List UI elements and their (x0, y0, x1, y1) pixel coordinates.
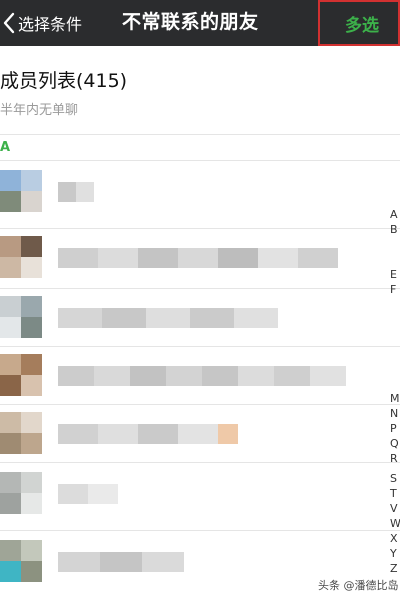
avatar (0, 170, 42, 212)
member-list-subtitle: 半年内无单聊 (0, 103, 79, 118)
member-list-title: 成员列表(415) (0, 70, 128, 92)
avatar (0, 472, 42, 514)
watermark: 头条 @潘德比岛 (318, 579, 399, 592)
index-letter[interactable]: Z (390, 562, 400, 576)
index-letter[interactable]: B (390, 223, 400, 237)
divider (0, 346, 400, 347)
top-bar: 选择条件 不常联系的朋友 多选 (0, 0, 400, 46)
index-letter[interactable]: A (390, 208, 400, 222)
index-letter[interactable]: V (390, 502, 400, 516)
divider (0, 160, 400, 161)
index-letter[interactable]: S (390, 472, 400, 486)
divider (0, 404, 400, 405)
index-letter[interactable]: X (390, 532, 400, 546)
index-letter[interactable]: F (390, 283, 400, 297)
avatar (0, 296, 42, 338)
contact-row[interactable] (0, 350, 380, 410)
index-letter[interactable]: W (390, 517, 400, 531)
section-header: A (0, 140, 11, 155)
index-letter[interactable]: M (390, 392, 400, 406)
divider (0, 134, 400, 135)
contact-row[interactable] (0, 292, 380, 352)
index-letter[interactable]: R (390, 452, 400, 466)
contact-row[interactable] (0, 468, 380, 528)
index-letter[interactable]: N (390, 407, 400, 421)
back-button-label: 选择条件 (18, 15, 83, 34)
index-letter[interactable]: Q (390, 437, 400, 451)
avatar (0, 540, 42, 582)
chevron-left-icon (3, 12, 15, 34)
divider (0, 530, 400, 531)
avatar (0, 236, 42, 278)
contact-row[interactable] (0, 166, 380, 226)
avatar (0, 354, 42, 396)
contact-row[interactable] (0, 408, 380, 468)
divider (0, 228, 400, 229)
alphabet-index-bar[interactable]: A B E F M N P Q R S T V W X Y Z (390, 196, 400, 600)
multi-select-button[interactable]: 多选 (318, 0, 400, 46)
index-letter[interactable]: P (390, 422, 400, 436)
multi-select-label: 多选 (345, 15, 379, 36)
back-button[interactable]: 选择条件 (0, 0, 110, 46)
page-title: 不常联系的朋友 (122, 11, 259, 33)
index-letter[interactable]: T (390, 487, 400, 501)
index-letter[interactable]: Y (390, 547, 400, 561)
divider (0, 462, 400, 463)
divider (0, 288, 400, 289)
contact-row[interactable] (0, 232, 380, 292)
avatar (0, 412, 42, 454)
index-letter[interactable]: E (390, 268, 400, 282)
